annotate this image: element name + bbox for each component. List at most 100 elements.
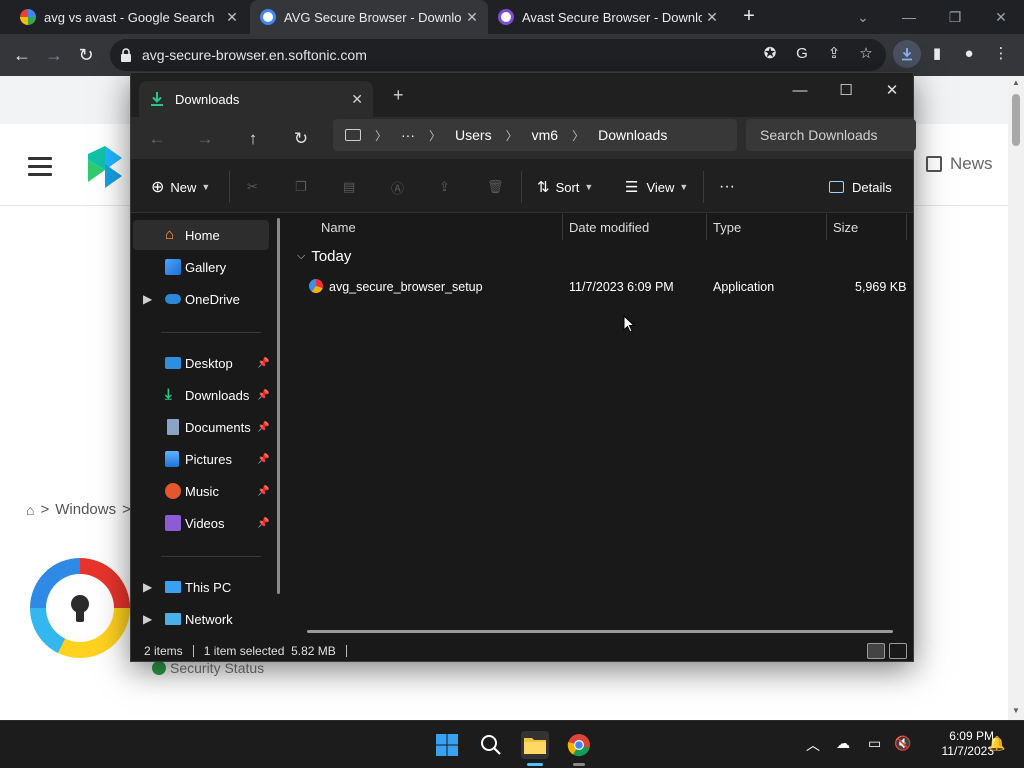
forward-button[interactable]: → [41, 42, 67, 68]
explorer-address-bar[interactable]: 〉 ··· 〉 Users 〉 vm6 〉 Downloads [333, 119, 737, 151]
chevron-down-icon[interactable]: ⌵ [297, 250, 305, 263]
copy-icon[interactable]: ❐ [295, 175, 307, 199]
scrollbar-thumb[interactable] [1012, 94, 1020, 146]
share-icon[interactable]: ⇪ [439, 175, 450, 199]
horizontal-scrollbar[interactable] [307, 630, 893, 633]
search-downloads-input[interactable]: Search Downloads [746, 119, 916, 151]
softonic-logo[interactable] [88, 146, 122, 188]
explorer-tab-downloads[interactable]: Downloads ✕ [139, 81, 373, 117]
hamburger-menu-icon[interactable] [28, 157, 52, 181]
browser-tab-google-search[interactable]: avg vs avast - Google Search ✕ [0, 0, 248, 34]
more-options-button[interactable]: ··· [719, 175, 735, 199]
column-header-name[interactable]: Name [321, 214, 356, 240]
paste-icon[interactable]: ▤ [343, 175, 355, 199]
chevron-right-icon[interactable]: ▶ [143, 580, 152, 594]
close-tab-icon[interactable]: ✕ [462, 9, 482, 26]
explorer-forward-button[interactable]: → [193, 127, 217, 151]
google-lens-icon[interactable]: G [791, 42, 813, 64]
explorer-minimize-button[interactable]: — [777, 75, 823, 105]
restore-button[interactable]: ❐ [932, 0, 978, 34]
pin-icon[interactable]: 📌 [257, 358, 269, 369]
nav-item-pictures[interactable]: Pictures 📌 [133, 444, 269, 474]
system-clock[interactable]: 6:09 PM 11/7/2023 [920, 729, 995, 759]
column-divider[interactable] [906, 214, 907, 240]
new-explorer-tab-button[interactable]: + [393, 85, 404, 106]
reload-button[interactable]: ↻ [73, 42, 99, 68]
browser-tab-avast-download[interactable]: Avast Secure Browser - Download ✕ [490, 0, 728, 34]
column-divider[interactable] [826, 214, 827, 240]
close-tab-icon[interactable]: ✕ [222, 9, 242, 26]
bookmark-star-icon[interactable]: ☆ [855, 42, 877, 64]
close-window-button[interactable]: ✕ [978, 0, 1024, 34]
side-panel-icon[interactable]: ▮ [926, 42, 948, 64]
file-row[interactable]: avg_secure_browser_setup 11/7/2023 6:09 … [303, 276, 913, 298]
navigation-pane-scrollbar[interactable] [277, 218, 280, 594]
address-segment-users[interactable]: Users [455, 127, 492, 143]
chevron-right-icon[interactable]: ▶ [143, 292, 152, 306]
nav-item-this-pc[interactable]: ▶ This PC [133, 572, 269, 602]
profile-icon[interactable]: ● [958, 42, 980, 64]
volume-muted-icon[interactable]: 🔇 [894, 735, 911, 752]
tab-search-icon[interactable]: ⌄ [840, 0, 886, 34]
chevron-right-icon[interactable]: ▶ [143, 612, 152, 626]
chrome-taskbar-button[interactable] [565, 731, 593, 766]
explorer-maximize-button[interactable]: ☐ [823, 75, 869, 105]
column-header-size[interactable]: Size [833, 214, 858, 240]
cut-icon[interactable]: ✂ [247, 175, 258, 199]
view-button[interactable]: ☰ View ▼ [625, 175, 688, 199]
nav-item-network[interactable]: ▶ Network [133, 604, 269, 634]
sort-button[interactable]: ⇅ Sort ▼ [537, 175, 593, 199]
menu-icon[interactable]: ⋮ [990, 42, 1012, 64]
share-icon[interactable]: ⇪ [823, 42, 845, 64]
rename-icon[interactable]: Ⓐ [391, 175, 404, 199]
home-icon[interactable]: ⌂ [26, 502, 34, 518]
onedrive-sync-icon[interactable]: ☁ [836, 735, 850, 752]
nav-item-downloads[interactable]: ⤓ Downloads 📌 [133, 380, 269, 410]
nav-item-documents[interactable]: Documents 📌 [133, 412, 269, 442]
address-segment-vm6[interactable]: vm6 [532, 127, 558, 143]
network-monitor-icon[interactable]: ▭ [868, 735, 881, 752]
downloads-button[interactable] [893, 40, 921, 68]
pin-icon[interactable]: 📌 [257, 390, 269, 401]
explorer-back-button[interactable]: ← [145, 127, 169, 151]
close-tab-icon[interactable]: ✕ [702, 9, 722, 26]
show-hidden-icons-chevron-icon[interactable]: ︿ [806, 735, 820, 755]
address-segment-downloads[interactable]: Downloads [598, 127, 667, 143]
scroll-down-icon[interactable]: ▼ [1012, 706, 1020, 715]
pin-icon[interactable]: 📌 [257, 454, 269, 465]
minimize-button[interactable]: — [886, 0, 932, 34]
large-icons-view-icon[interactable] [889, 643, 907, 659]
breadcrumb-windows[interactable]: Windows [55, 501, 116, 518]
pin-icon[interactable]: 📌 [257, 422, 269, 433]
new-button[interactable]: ⊕ New ▼ [151, 175, 210, 199]
back-button[interactable]: ← [9, 42, 35, 68]
browser-tab-avg-download[interactable]: AVG Secure Browser - Download ✕ [250, 0, 488, 34]
search-button[interactable] [477, 731, 505, 759]
nav-item-onedrive[interactable]: ▶ OneDrive [133, 284, 269, 314]
nav-item-desktop[interactable]: Desktop 📌 [133, 348, 269, 378]
nav-item-gallery[interactable]: Gallery [133, 252, 269, 282]
column-divider[interactable] [562, 214, 563, 240]
pin-icon[interactable]: 📌 [257, 486, 269, 497]
explorer-refresh-button[interactable]: ↻ [289, 127, 313, 151]
news-link[interactable]: News [926, 154, 993, 174]
page-scrollbar[interactable]: ▲ ▼ [1008, 76, 1024, 720]
notification-bell-icon[interactable]: 🔔 [988, 735, 1005, 752]
nav-item-music[interactable]: Music 📌 [133, 476, 269, 506]
details-view-icon[interactable] [867, 643, 885, 659]
explorer-up-button[interactable]: ↑ [241, 127, 265, 151]
column-header-type[interactable]: Type [713, 214, 741, 240]
details-pane-button[interactable]: Details [829, 175, 892, 199]
group-header-today[interactable]: ⌵ Today [297, 248, 351, 265]
pin-icon[interactable]: 📌 [257, 518, 269, 529]
nav-item-videos[interactable]: Videos 📌 [133, 508, 269, 538]
close-tab-icon[interactable]: ✕ [351, 91, 363, 108]
column-header-date-modified[interactable]: Date modified [569, 214, 649, 240]
column-divider[interactable] [706, 214, 707, 240]
scroll-up-icon[interactable]: ▲ [1012, 78, 1020, 87]
delete-icon[interactable]: 🗑 [487, 175, 504, 199]
start-button[interactable] [433, 731, 461, 759]
explorer-close-button[interactable]: ✕ [869, 75, 915, 105]
nav-item-home[interactable]: ⌂ Home [133, 220, 269, 250]
file-explorer-taskbar-button[interactable] [521, 731, 549, 766]
